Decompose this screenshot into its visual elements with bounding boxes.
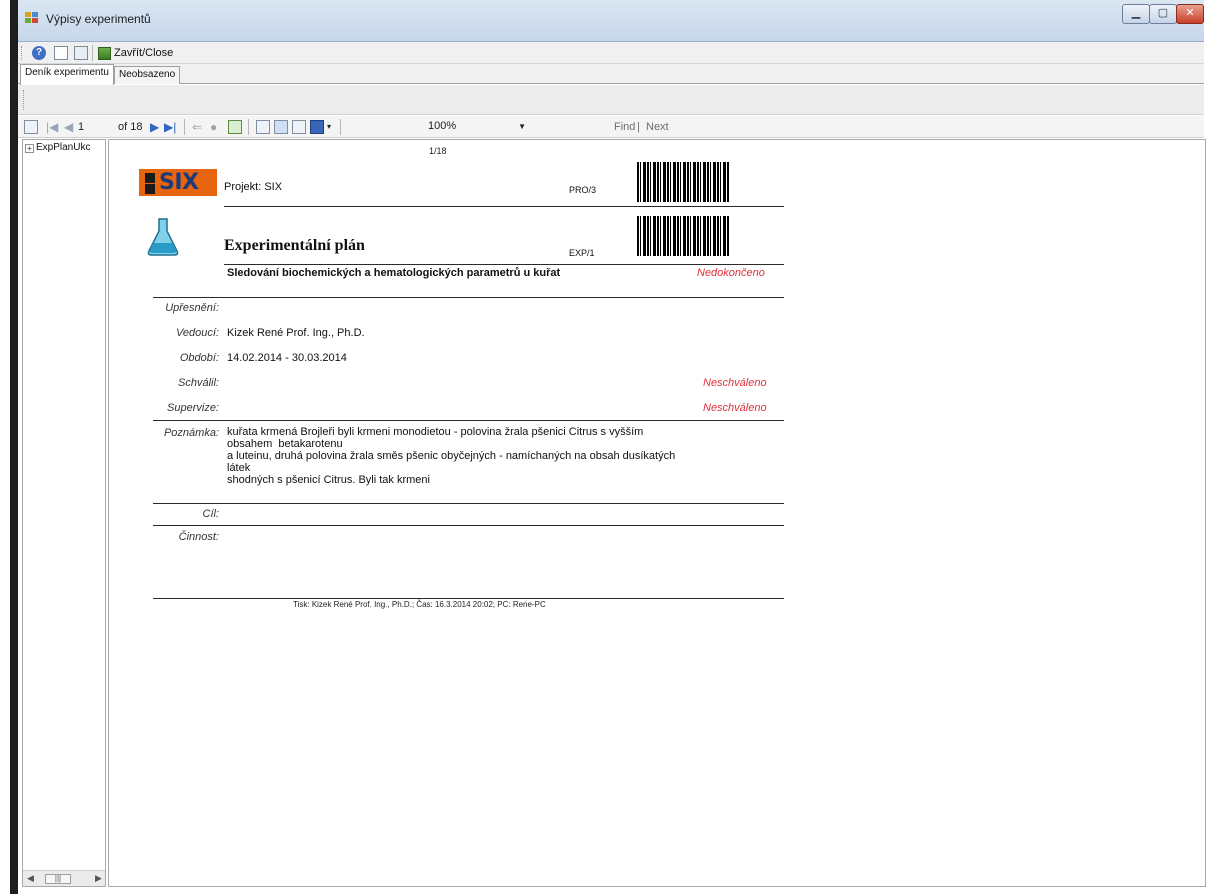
close-button-label: Zavřít/Close bbox=[114, 47, 174, 59]
document-map-pane: + ExpPlanUkc ◀ ||| ▶ bbox=[22, 139, 106, 887]
note-line: obsahem betakarotenu bbox=[227, 438, 343, 450]
obdobi-value: 14.02.2014 - 30.03.2014 bbox=[227, 352, 347, 364]
strip-grip[interactable] bbox=[23, 90, 24, 110]
note-line: látek bbox=[227, 462, 251, 474]
stop-icon[interactable]: ● bbox=[210, 119, 217, 135]
report-title: Experimentální plán bbox=[224, 237, 365, 254]
expand-icon[interactable]: + bbox=[25, 144, 34, 153]
cil-label: Cíl: bbox=[202, 508, 220, 520]
schvalil-status: Neschváleno bbox=[703, 377, 767, 389]
flask-icon bbox=[147, 218, 179, 256]
report-pane: 1/18 SIX Projekt: SIX PRO/3 Experimentál… bbox=[108, 139, 1206, 887]
project-code: PRO/3 bbox=[569, 185, 597, 195]
main-toolbar: ? Zavřít/Close bbox=[18, 42, 1204, 64]
window-title: Výpisy experimentů bbox=[46, 12, 151, 26]
horizontal-scrollbar[interactable]: ◀ ||| ▶ bbox=[23, 870, 105, 886]
logo-mark bbox=[145, 184, 155, 194]
page-setup-icon[interactable] bbox=[292, 120, 306, 134]
poznamka-value: kuřata krmená Brojleři byli krmeni monod… bbox=[227, 426, 787, 486]
poznamka-label: Poznámka: bbox=[163, 427, 219, 439]
document-map-icon[interactable] bbox=[24, 120, 38, 134]
scroll-right-icon[interactable]: ▶ bbox=[95, 873, 102, 884]
export-dropdown-icon[interactable]: ▾ bbox=[327, 119, 331, 135]
divider bbox=[153, 503, 784, 504]
footer-divider bbox=[153, 598, 784, 599]
supervize-label: Supervize: bbox=[167, 402, 219, 414]
next-link[interactable]: Next bbox=[646, 119, 669, 135]
scroll-thumb[interactable]: ||| bbox=[45, 874, 71, 884]
scroll-left-icon[interactable]: ◀ bbox=[27, 873, 34, 884]
page-indicator: 1/18 bbox=[429, 146, 447, 156]
note-line: a luteinu, druhá polovina žrala směs pše… bbox=[227, 450, 676, 462]
logo-text: SIX bbox=[159, 170, 199, 195]
toolbar-separator bbox=[92, 45, 93, 61]
maximize-button[interactable]: ▢ bbox=[1149, 4, 1177, 24]
app-icon bbox=[25, 12, 38, 23]
experiment-subtitle: Sledování biochemických a hematologickýc… bbox=[227, 267, 561, 279]
chevron-down-icon: ▼ bbox=[518, 122, 526, 131]
divider bbox=[153, 525, 784, 526]
print-footer: Tisk: Kizek René Prof. Ing., Ph.D.; Čas:… bbox=[293, 600, 546, 609]
vedouci-value: Kizek René Prof. Ing., Ph.D. bbox=[227, 327, 365, 339]
empty-toolbar-strip bbox=[18, 85, 1204, 115]
find-link[interactable]: Find bbox=[614, 119, 635, 135]
next-page-icon[interactable]: ▶ bbox=[150, 119, 159, 135]
zoom-value: 100% bbox=[428, 120, 457, 132]
last-page-icon[interactable]: ▶| bbox=[164, 119, 176, 135]
minimize-button[interactable]: ▁ bbox=[1122, 4, 1150, 24]
save-icon[interactable] bbox=[310, 120, 324, 134]
note-line: kuřata krmená Brojleři byli krmeni monod… bbox=[227, 426, 644, 438]
first-page-icon[interactable]: |◀ bbox=[46, 119, 58, 135]
logo-mark bbox=[145, 173, 155, 183]
previous-page-icon[interactable]: ◀ bbox=[64, 119, 73, 135]
divider bbox=[224, 206, 784, 207]
divider bbox=[224, 264, 784, 265]
close-window-button[interactable]: ✕ bbox=[1176, 4, 1204, 24]
toolbar-separator bbox=[340, 119, 341, 135]
refresh-icon[interactable] bbox=[228, 120, 242, 134]
toolbar-grip[interactable] bbox=[21, 46, 24, 60]
exit-icon bbox=[98, 46, 111, 60]
divider bbox=[153, 420, 784, 421]
experiment-barcode bbox=[637, 216, 729, 256]
six-logo: SIX bbox=[139, 169, 217, 196]
document-icon[interactable] bbox=[54, 46, 68, 60]
tab-strip: Deník experimentu Neobsazeno bbox=[18, 64, 1204, 85]
upresneni-label: Upřesnění: bbox=[165, 302, 219, 314]
status-badge: Nedokončeno bbox=[697, 267, 765, 279]
supervize-status: Neschváleno bbox=[703, 402, 767, 414]
page-count: of 18 bbox=[118, 121, 143, 133]
report-page: 1/18 SIX Projekt: SIX PRO/3 Experimentál… bbox=[109, 140, 889, 740]
project-label: Projekt: SIX bbox=[224, 181, 283, 193]
calculator-icon[interactable] bbox=[74, 46, 88, 60]
app-window: Výpisy experimentů ▁ ▢ ✕ ? Zavřít/Close … bbox=[10, 0, 1206, 894]
project-barcode bbox=[637, 162, 729, 202]
back-icon[interactable]: ⇐ bbox=[192, 119, 202, 135]
schvalil-label: Schválil: bbox=[178, 377, 219, 389]
title-bar: Výpisy experimentů ▁ ▢ ✕ bbox=[18, 0, 1204, 42]
current-page-input[interactable]: 1 bbox=[78, 119, 84, 135]
zoom-select[interactable]: 100% ▼ bbox=[424, 118, 528, 136]
find-separator: | bbox=[637, 121, 640, 133]
cinnost-label: Činnost: bbox=[178, 531, 219, 543]
experiment-code: EXP/1 bbox=[569, 248, 595, 258]
tab-neobsazeno[interactable]: Neobsazeno bbox=[114, 66, 181, 84]
tree-item-label: ExpPlanUkc bbox=[36, 142, 91, 153]
help-icon[interactable]: ? bbox=[32, 46, 46, 60]
vedouci-label: Vedoucí: bbox=[175, 327, 219, 339]
obdobi-label: Období: bbox=[179, 352, 219, 364]
toolbar-separator bbox=[184, 119, 185, 135]
note-line: shodných s pšenicí Citrus. Byli tak krme… bbox=[227, 474, 430, 486]
print-layout-icon[interactable] bbox=[274, 120, 288, 134]
divider bbox=[153, 297, 784, 298]
report-viewer-toolbar: |◀ ◀ 1 of 18 ▶ ▶| ⇐ ● ▾ 100% ▼ Find | Ne… bbox=[18, 116, 1204, 138]
tab-denik-experimentu[interactable]: Deník experimentu bbox=[20, 64, 114, 85]
tree-item[interactable]: + ExpPlanUkc bbox=[25, 142, 90, 153]
close-button[interactable]: Zavřít/Close bbox=[98, 43, 173, 63]
toolbar-separator bbox=[248, 119, 249, 135]
print-icon[interactable] bbox=[256, 120, 270, 134]
